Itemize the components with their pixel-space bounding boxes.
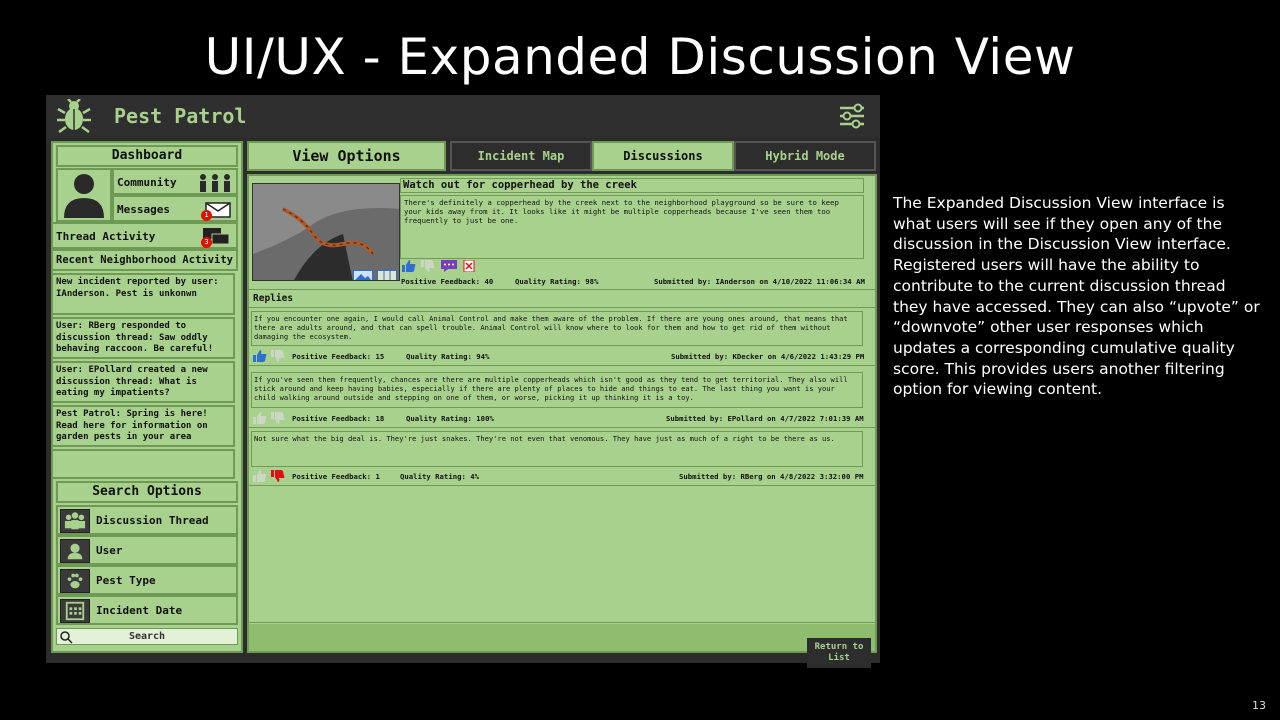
calendar-icon: [60, 599, 90, 623]
user-avatar-icon: [64, 174, 104, 218]
upvote-icon[interactable]: [252, 350, 268, 362]
upvote-icon[interactable]: [252, 470, 268, 482]
sliders-icon[interactable]: [838, 103, 866, 129]
reply-submitted: Submitted by: EPollard on 4/7/2022 7:01:…: [666, 414, 864, 423]
search-option-incident-date[interactable]: Incident Date: [56, 595, 238, 625]
reply-quality: Quality Rating: 100%: [406, 414, 494, 423]
return-to-list-button[interactable]: Return to List: [807, 638, 871, 668]
app-window: Pest Patrol Dashboard Community Messages…: [46, 95, 880, 668]
post-submitted: Submitted by: IAnderson on 4/10/2022 11:…: [654, 277, 865, 286]
reply-body: Not sure what the big deal is. They're j…: [251, 431, 863, 467]
search-option-discussion-thread[interactable]: Discussion Thread: [56, 505, 238, 535]
upvote-icon[interactable]: [401, 260, 417, 272]
view-options-label: View Options: [247, 141, 446, 171]
downvote-icon[interactable]: [270, 470, 286, 482]
discussion-panel: Watch out for copperhead by the creek Th…: [247, 174, 877, 668]
post-body: There's definitely a copperhead by the c…: [400, 195, 864, 259]
thread-badge: 3: [201, 237, 212, 248]
reply-submitted: Submitted by: RBerg on 4/8/2022 3:32:00 …: [679, 472, 864, 481]
reply-quality: Quality Rating: 4%: [400, 472, 480, 481]
paw-print-icon: [60, 569, 90, 593]
news-item[interactable]: User: EPollard created a new discussion …: [53, 361, 235, 403]
bottom-bar: [249, 624, 875, 651]
reply-body: If you've seen them frequently, chances …: [251, 372, 863, 408]
tab-incident-map[interactable]: Incident Map: [450, 141, 592, 171]
search-option-label: Incident Date: [96, 604, 183, 617]
user-search-icon: [60, 539, 90, 563]
downvote-icon[interactable]: [270, 412, 286, 424]
downvote-icon[interactable]: [420, 260, 436, 272]
comment-icon[interactable]: [441, 260, 457, 272]
dashboard-heading[interactable]: Dashboard: [56, 145, 238, 167]
group-icon: [60, 509, 90, 533]
page-number: 13: [1252, 699, 1266, 712]
divider: [249, 365, 875, 366]
post-feedback: Positive Feedback: 40: [401, 277, 494, 286]
slide-title: UI/UX - Expanded Discussion View: [204, 28, 1076, 86]
image-gallery-icon[interactable]: [353, 270, 373, 281]
divider: [249, 485, 875, 486]
divider: [249, 289, 875, 290]
sidebar-item-community[interactable]: Community: [112, 168, 238, 195]
reply-feedback: Positive Feedback: 18: [292, 414, 385, 423]
messages-badge: 1: [201, 210, 212, 221]
news-item[interactable]: Pest Patrol: Spring is here! Read here f…: [53, 405, 235, 447]
sidebar-item-messages[interactable]: Messages 1: [112, 195, 238, 222]
avatar[interactable]: [56, 168, 112, 222]
divider: [249, 622, 875, 623]
search-option-pest-type[interactable]: Pest Type: [56, 565, 238, 595]
news-spacer: [53, 449, 235, 479]
search-option-label: Discussion Thread: [96, 514, 209, 527]
reply-body: If you encounter one again, I would call…: [251, 311, 863, 346]
search-option-user[interactable]: User: [56, 535, 238, 565]
replies-heading: Replies: [253, 293, 294, 304]
app-name: Pest Patrol: [114, 104, 247, 128]
search-options-heading: Search Options: [56, 481, 238, 503]
post-title: Watch out for copperhead by the creek: [400, 178, 864, 193]
news-item[interactable]: User: RBerg responded to discussion thre…: [53, 317, 235, 359]
sidebar-item-label: Messages: [117, 203, 170, 216]
map-icon[interactable]: [377, 270, 397, 281]
news-item[interactable]: New incident reported by user: IAnderson…: [53, 273, 235, 315]
people-icon: [200, 174, 230, 192]
reply-feedback: Positive Feedback: 1: [292, 472, 380, 481]
search-placeholder: Search: [128, 631, 166, 642]
reply-quality: Quality Rating: 94%: [406, 352, 490, 361]
bug-icon[interactable]: [56, 99, 92, 133]
downvote-icon[interactable]: [270, 350, 286, 362]
snake-photo: [253, 184, 399, 280]
slide-description: The Expanded Discussion View interface i…: [893, 194, 1260, 399]
post-quality: Quality Rating: 98%: [515, 277, 599, 286]
tab-hybrid-mode[interactable]: Hybrid Mode: [734, 141, 876, 171]
sidebar-item-thread-activity[interactable]: Thread Activity 3: [53, 222, 238, 249]
upvote-icon[interactable]: [252, 412, 268, 424]
search-option-label: User: [96, 544, 123, 557]
sidebar-item-label: Community: [117, 176, 177, 189]
sidebar: Dashboard Community Messages 1 Thread Ac…: [51, 141, 243, 653]
tab-discussions[interactable]: Discussions: [592, 141, 734, 171]
reply-feedback: Positive Feedback: 15: [292, 352, 385, 361]
search-input[interactable]: Search: [56, 628, 238, 645]
sidebar-item-label: Thread Activity: [56, 230, 156, 243]
post-image[interactable]: [252, 183, 400, 281]
divider: [249, 427, 875, 428]
app-header: Pest Patrol: [46, 95, 880, 137]
divider: [249, 307, 875, 308]
search-option-label: Pest Type: [96, 574, 156, 587]
recent-activity-heading: Recent Neighborhood Activity: [53, 249, 238, 271]
report-icon[interactable]: [461, 260, 477, 272]
reply-submitted: Submitted by: KDecker on 4/6/2022 1:43:2…: [671, 352, 865, 361]
